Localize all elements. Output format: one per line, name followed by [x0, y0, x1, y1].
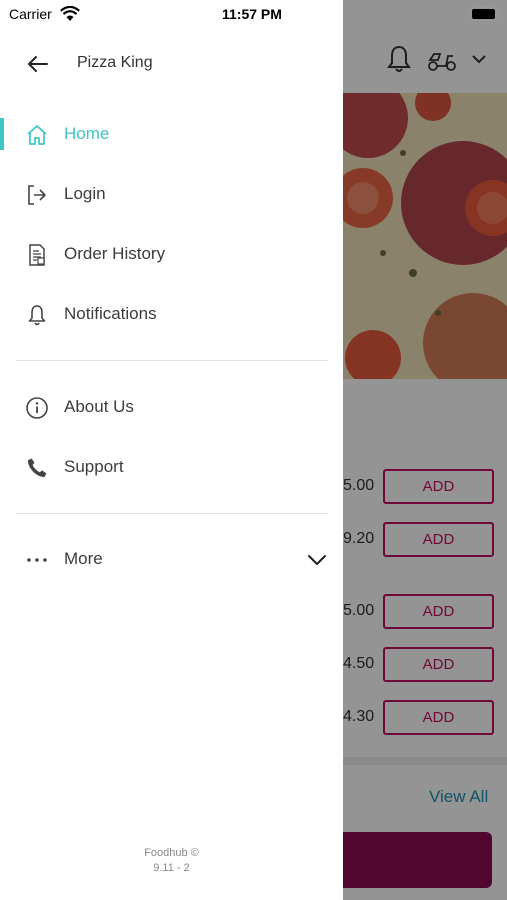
back-arrow-icon[interactable]: [26, 52, 50, 76]
clock: 11:57 PM: [222, 6, 282, 22]
info-icon: [26, 397, 48, 419]
side-drawer: Pizza King Home Login Order History Noti…: [0, 0, 343, 900]
store-name: Pizza King: [77, 54, 153, 71]
menu-item-home[interactable]: Home: [0, 110, 343, 158]
status-bar: Carrier 11:57 PM: [0, 0, 507, 28]
phone-icon: [27, 458, 47, 478]
bell-icon: [28, 305, 46, 326]
menu-divider: [16, 360, 328, 361]
menu-item-more[interactable]: More: [0, 535, 343, 583]
menu-item-label: More: [64, 549, 103, 568]
carrier-label: Carrier: [9, 6, 52, 22]
active-indicator: [0, 118, 4, 150]
menu-item-label: Notifications: [64, 304, 157, 323]
login-icon: [28, 185, 46, 205]
menu-item-label: About Us: [64, 397, 134, 416]
home-icon: [27, 125, 47, 145]
menu-item-label: Login: [64, 184, 106, 203]
chevron-down-icon[interactable]: [306, 549, 328, 571]
menu-item-support[interactable]: Support: [0, 443, 343, 491]
app-footer: Foodhub © 9.11 - 2: [0, 846, 343, 876]
menu-item-label: Home: [64, 124, 110, 143]
order-history-icon: [29, 244, 45, 266]
menu-divider: [16, 513, 328, 514]
menu-item-login[interactable]: Login: [0, 170, 343, 218]
menu-item-notifications[interactable]: Notifications: [0, 290, 343, 338]
footer-version: 9.11 - 2: [153, 862, 190, 874]
menu-item-label: Support: [64, 457, 124, 476]
battery-icon: [470, 7, 500, 21]
footer-brand: Foodhub ©: [144, 847, 199, 859]
menu-item-about-us[interactable]: About Us: [0, 383, 343, 431]
wifi-icon: [60, 6, 80, 21]
more-dots-icon: [27, 558, 47, 562]
menu-item-order-history[interactable]: Order History: [0, 230, 343, 278]
menu-item-label: Order History: [64, 244, 166, 263]
